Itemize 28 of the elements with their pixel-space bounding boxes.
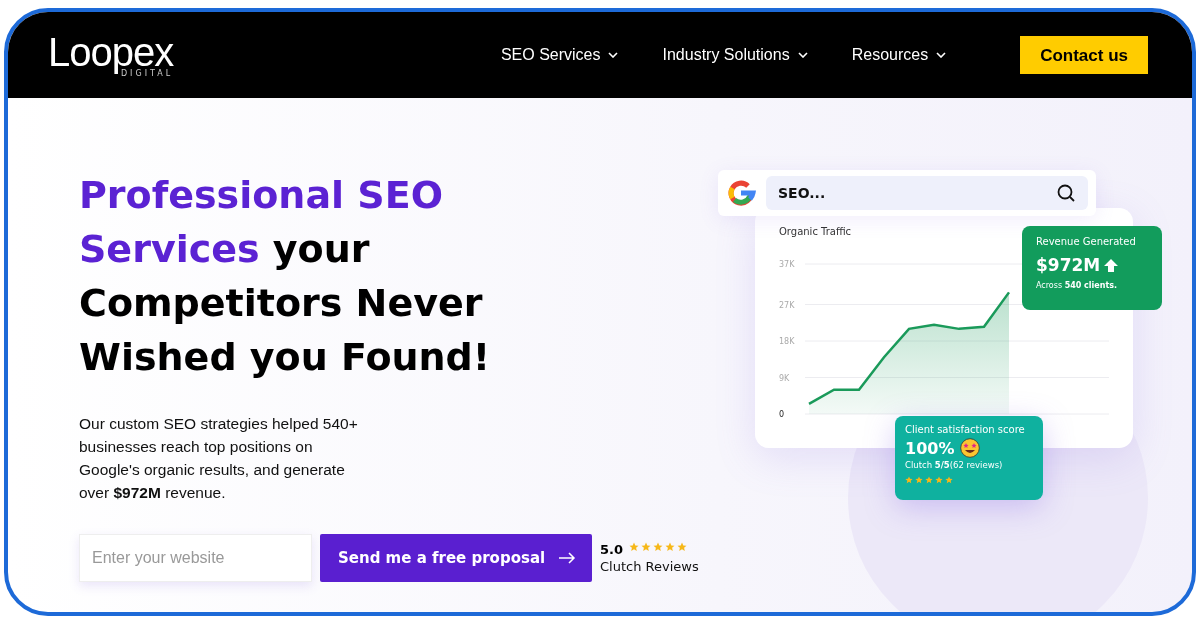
axis-label: 18K <box>779 337 795 347</box>
hero-heading: Professional SEO Services your Competitors Never Wished you Found! <box>79 172 492 381</box>
revenue-title: Revenue Generated <box>1036 236 1137 247</box>
search-icon <box>1056 183 1076 203</box>
chart-title: Organic Traffic <box>779 226 852 237</box>
axis-label: 37K <box>779 260 795 269</box>
nav-menu-item[interactable]: Resources <box>851 46 947 64</box>
satisfaction-title: Client satisfaction score <box>905 424 1026 435</box>
axis-label: 27K <box>779 300 795 310</box>
axis-label: 0 <box>779 410 785 419</box>
star-eyes-emoji-icon <box>960 438 981 458</box>
hero-description: Our custom SEO strategies helped 540+ businesses reach top positions on Google's organic results, and generate over $972M revenue. <box>79 414 359 503</box>
nav-menu-item[interactable]: Industry Solutions <box>662 46 808 64</box>
satisfaction-note: Clutch 5/5(62 reviews) <box>905 460 1004 470</box>
google-icon <box>726 178 756 208</box>
website-field[interactable]: Enter your website <box>79 534 312 582</box>
revenue-value: $972M <box>1036 255 1101 275</box>
axis-label: 9K <box>779 373 790 383</box>
rating-score: 5.0 <box>600 542 624 557</box>
contact-button[interactable]: Contact us <box>1020 36 1148 74</box>
search-field[interactable]: SEO... <box>766 176 1088 210</box>
arrow-up-icon <box>1104 258 1119 272</box>
arrow-right-icon <box>558 552 576 564</box>
nav-menu-item[interactable]: SEO Services <box>500 46 619 64</box>
rating-label: Clutch Reviews <box>600 559 699 574</box>
satisfaction-value: 100% <box>905 438 955 458</box>
proposal-button[interactable]: Send me a free proposal <box>320 534 592 582</box>
revenue-note: Across 540 clients. <box>1036 281 1119 290</box>
